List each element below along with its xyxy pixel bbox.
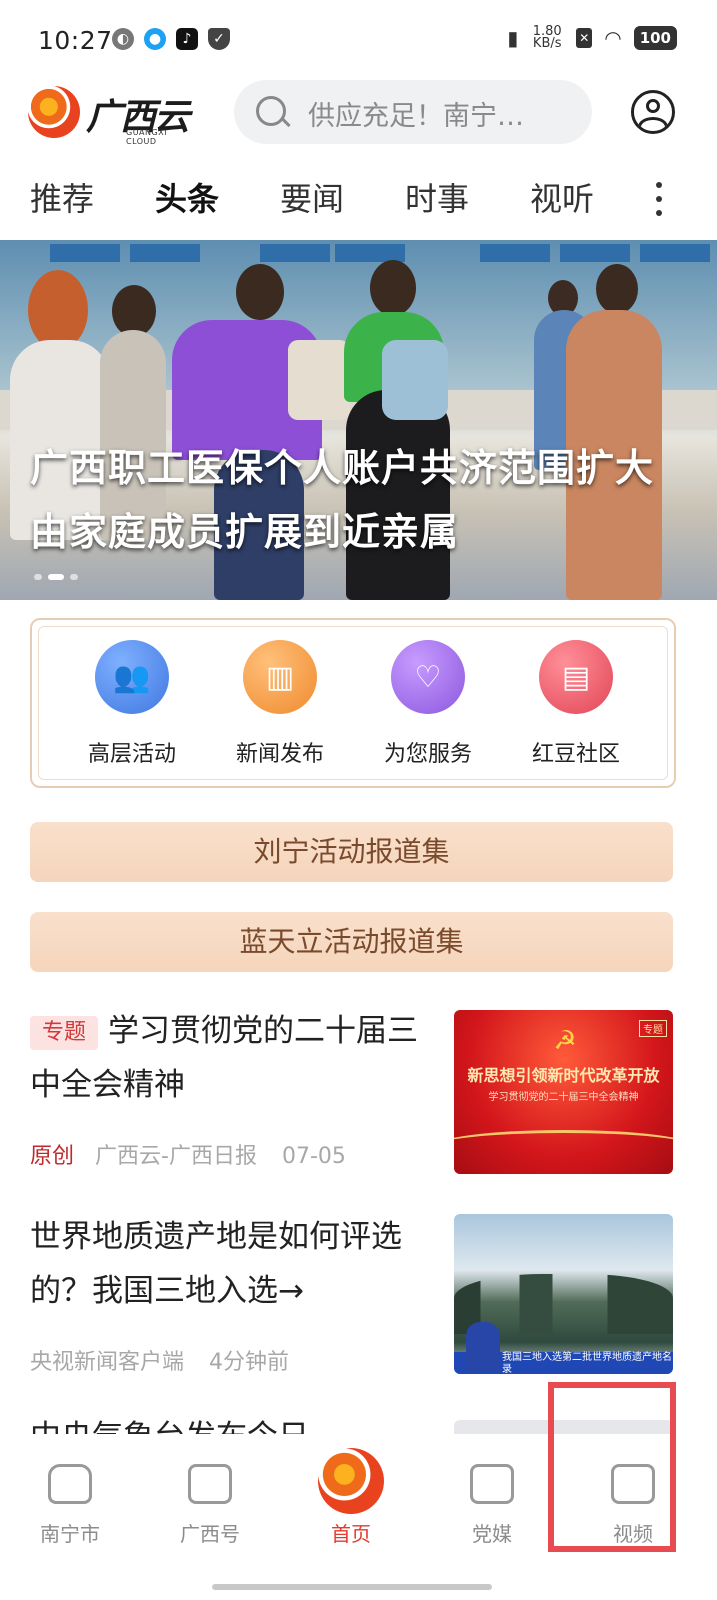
vibrate-icon: ▮	[507, 26, 519, 50]
no-sim-icon: ✕	[576, 28, 593, 48]
news-item[interactable]: 专题 学习贯彻党的二十届三中全会精神 原创 广西云-广西日报 07-05 ☭ 专题…	[30, 1004, 673, 1184]
calendar-icon	[470, 1464, 514, 1504]
service-leaders-activities[interactable]: 👥 高层活动	[62, 640, 202, 768]
city-icon	[48, 1464, 92, 1504]
category-tabs: 推荐 头条 要闻 时事 视听	[0, 168, 717, 228]
highlight-box	[548, 1382, 676, 1552]
report-collection-button-2[interactable]: 蓝天立活动报道集	[30, 912, 673, 972]
tab-important-news[interactable]: 要闻	[280, 174, 344, 220]
status-time: 10:27	[38, 26, 113, 55]
search-placeholder: 供应充足！南宁…	[308, 101, 524, 132]
status-bar: 10:27 ◐ ● ♪ ✓ ▮ 1.80 KB/s ✕ ◠ 100	[0, 0, 717, 80]
service-label: 新闻发布	[235, 742, 324, 767]
news-headline: 专题 学习贯彻党的二十届三中全会精神	[30, 1013, 419, 1103]
news-source: 广西云-广西日报	[95, 1144, 257, 1169]
banner-title: 广西职工医保个人账户共济范围扩大 由家庭成员扩展到近亲属	[30, 445, 655, 554]
service-hongdou-community[interactable]: ▤ 红豆社区	[506, 640, 646, 768]
carousel-indicator	[34, 574, 78, 580]
more-tabs-icon[interactable]	[654, 182, 664, 216]
logo-subtitle: GUANGXI CLOUD	[126, 128, 168, 146]
tab-audio-video[interactable]: 视听	[530, 174, 594, 220]
battery-icon: 100	[633, 26, 677, 50]
service-label: 高层活动	[87, 742, 176, 767]
news-thumbnail: ☭ 专题 新思想引领新时代改革开放 学习贯彻党的二十届三中全会精神	[454, 1010, 673, 1174]
book-icon: ▤	[539, 640, 613, 714]
search-bar[interactable]: 供应充足！南宁…	[234, 80, 592, 144]
tab-current-affairs[interactable]: 时事	[405, 174, 469, 220]
news-thumbnail: 我国三地入选第二批世界地质遗产地名录	[454, 1214, 673, 1374]
service-label: 为您服务	[383, 742, 472, 767]
news-meta: 央视新闻客户端 4分钟前	[30, 1344, 289, 1376]
news-headline: 世界地质遗产地是如何评选的？我国三地入选→	[30, 1219, 402, 1309]
news-time: 4分钟前	[209, 1350, 290, 1375]
user-profile-icon[interactable]	[631, 90, 675, 134]
qq-icon: ●	[144, 28, 166, 50]
shield-icon: ✓	[208, 28, 230, 50]
nav-home[interactable]: 首页	[301, 1448, 401, 1547]
wifi-icon: ◠	[604, 26, 622, 50]
service-press-release[interactable]: ▥ 新闻发布	[210, 640, 350, 768]
report-collection-button-1[interactable]: 刘宁活动报道集	[30, 822, 673, 882]
nav-nanning[interactable]: 南宁市	[20, 1464, 120, 1547]
people-icon: 👥	[95, 640, 169, 714]
service-label: 红豆社区	[531, 742, 620, 767]
logo-mark-icon	[28, 86, 80, 138]
app-notification-icon: ◐	[112, 28, 134, 50]
search-icon	[256, 96, 286, 126]
building-icon: ▥	[243, 640, 317, 714]
topic-tag: 专题	[30, 1015, 99, 1050]
service-for-you[interactable]: ♡ 为您服务	[358, 640, 498, 768]
heart-hand-icon: ♡	[391, 640, 465, 714]
home-logo-icon	[318, 1448, 384, 1514]
headline-banner[interactable]: 广西职工医保个人账户共济范围扩大 由家庭成员扩展到近亲属	[0, 240, 717, 600]
nav-guangxi-account[interactable]: 广西号	[160, 1464, 260, 1547]
app-logo[interactable]: 广西云 GUANGXI CLOUD	[28, 84, 198, 146]
party-emblem-icon: ☭	[553, 1026, 577, 1056]
news-source: 央视新闻客户端	[30, 1350, 185, 1375]
original-badge: 原创	[30, 1144, 75, 1169]
tiktok-icon: ♪	[176, 28, 198, 50]
chat-icon	[188, 1464, 232, 1504]
net-speed: 1.80 KB/s	[532, 24, 562, 51]
service-grid: 👥 高层活动 ▥ 新闻发布 ♡ 为您服务 ▤ 红豆社区	[30, 618, 676, 788]
tab-headlines[interactable]: 头条	[155, 174, 219, 220]
news-time: 07-05	[281, 1144, 346, 1169]
nav-party-media[interactable]: 党媒	[442, 1464, 542, 1547]
tab-recommend[interactable]: 推荐	[30, 174, 94, 220]
gesture-bar[interactable]	[212, 1584, 492, 1590]
news-meta: 原创 广西云-广西日报 07-05	[30, 1138, 346, 1170]
news-item[interactable]: 世界地质遗产地是如何评选的？我国三地入选→ 央视新闻客户端 4分钟前 我国三地入…	[30, 1210, 673, 1390]
